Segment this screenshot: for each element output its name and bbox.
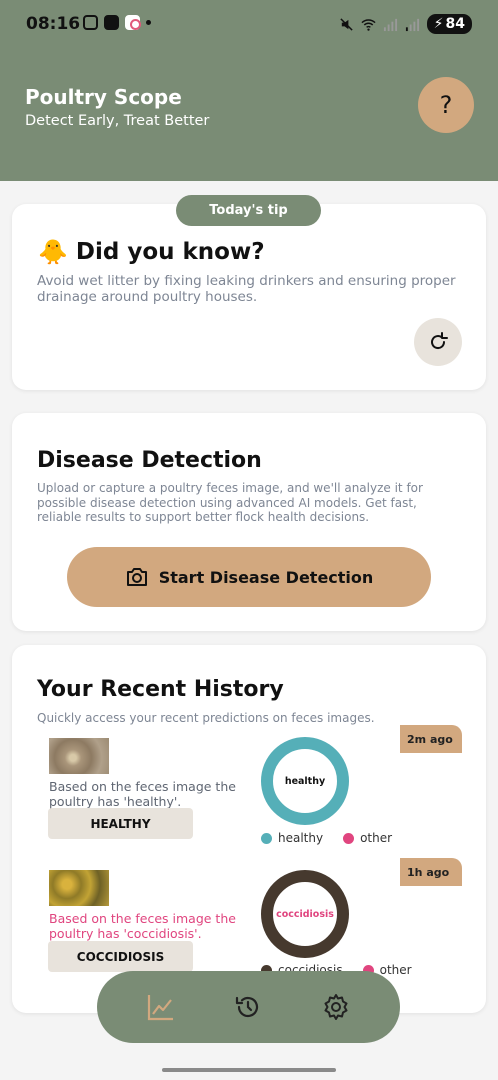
tip-title: Did you know? [75, 239, 265, 265]
nav-stats[interactable] [141, 987, 181, 1027]
legend-label: other [379, 963, 412, 977]
start-disease-detection-button[interactable]: Start Disease Detection [67, 547, 431, 607]
camera-icon [126, 568, 147, 586]
history-icon [236, 996, 259, 1018]
detection-title: Disease Detection [37, 448, 262, 473]
app-notification-icon [104, 15, 119, 30]
battery-indicator: ⚡ 84 [426, 14, 472, 34]
stats-icon [147, 995, 173, 1021]
legend-dot-healthy [261, 832, 272, 844]
result-donut-chart: healthy [261, 737, 349, 825]
bottom-navigation [97, 971, 400, 1043]
result-label-button[interactable]: COCCIDIOSIS [48, 941, 193, 972]
signal-icon [383, 18, 397, 31]
status-bar: 08:16 ⚡ 84 [0, 0, 498, 50]
status-time: 08:16 [26, 14, 81, 34]
result-donut-chart: coccidiosis [261, 870, 349, 958]
app-subtitle: Detect Early, Treat Better [25, 113, 210, 129]
chick-icon: 🐥 [38, 238, 68, 266]
result-label-button[interactable]: HEALTHY [48, 808, 193, 839]
history-title: Your Recent History [37, 677, 284, 702]
legend-label: other [360, 831, 393, 845]
help-button[interactable]: ? [418, 77, 474, 133]
charging-icon: ⚡ [433, 16, 444, 32]
tip-text: Avoid wet litter by fixing leaking drink… [37, 273, 456, 305]
settings-icon [324, 994, 348, 1020]
start-detection-label: Start Disease Detection [158, 567, 374, 587]
feces-image-thumbnail[interactable] [49, 738, 109, 774]
home-indicator[interactable] [162, 1068, 336, 1072]
todays-tip-badge: Today's tip [176, 195, 321, 226]
mute-icon [340, 17, 353, 31]
screenshot-icon [83, 15, 98, 30]
detection-description: Upload or capture a poultry feces image,… [37, 481, 423, 524]
pink-app-icon [125, 15, 141, 30]
result-text: Based on the feces image the poultry has… [49, 911, 236, 941]
refresh-icon [431, 332, 448, 350]
wifi-icon [361, 18, 376, 31]
battery-level: 84 [445, 16, 465, 32]
donut-label: healthy [284, 775, 326, 787]
notification-icons [83, 15, 151, 30]
signal-2-icon [405, 18, 419, 31]
result-text: Based on the feces image the poultry has… [49, 779, 236, 809]
system-icons: ⚡ 84 [339, 14, 472, 34]
history-subtitle: Quickly access your recent predictions o… [37, 711, 375, 725]
legend-dot-other [343, 832, 355, 844]
feces-image-thumbnail[interactable] [49, 870, 109, 906]
time-ago-badge: 1h ago [400, 858, 462, 886]
more-notifications-icon [146, 20, 151, 25]
donut-label: coccidiosis [276, 908, 334, 920]
nav-settings[interactable] [316, 987, 356, 1027]
legend-label: healthy [278, 831, 324, 845]
app-title: Poultry Scope [25, 85, 182, 109]
tip-heading: 🐥 Did you know? [38, 238, 265, 266]
app-header: 08:16 ⚡ 84 Poultry Scope Detect Early, Tr… [0, 0, 498, 181]
nav-history[interactable] [228, 987, 268, 1027]
time-ago-badge: 2m ago [400, 725, 462, 753]
refresh-tip-button[interactable] [414, 318, 462, 366]
chart-legend: healthy other [261, 831, 392, 845]
